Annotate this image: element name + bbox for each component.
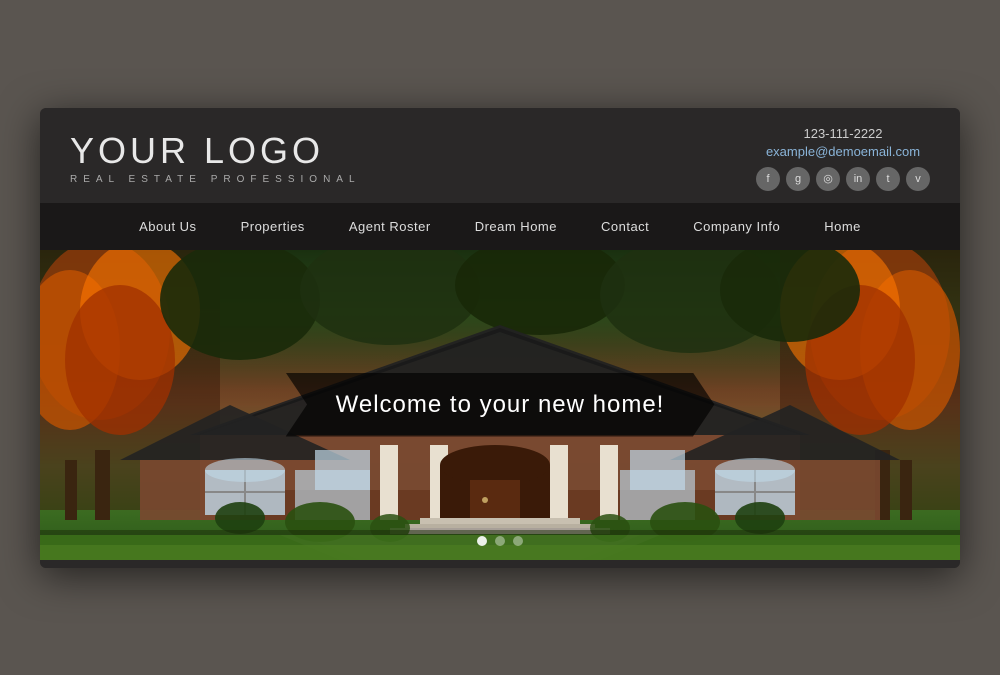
phone-number: 123-111-2222 [803,126,882,141]
facebook-icon[interactable]: f [756,167,780,191]
nav-home[interactable]: Home [802,203,883,250]
nav-dream-home[interactable]: Dream Home [453,203,579,250]
nav-properties[interactable]: Properties [219,203,327,250]
site-header: YOUR LOGO REAL ESTATE PROFESSIONAL 123-1… [40,108,960,203]
hero-section: Welcome to your new home! [40,250,960,560]
welcome-banner: Welcome to your new home! [286,373,715,437]
footer-strip [40,560,960,568]
main-nav: About Us Properties Agent Roster Dream H… [40,203,960,250]
welcome-text: Welcome to your new home! [336,391,665,418]
contact-area: 123-111-2222 example@demoemail.com f g ◎… [756,126,930,191]
linkedin-icon[interactable]: in [846,167,870,191]
carousel-dot-1[interactable] [477,536,487,546]
nav-contact[interactable]: Contact [579,203,671,250]
vimeo-icon[interactable]: v [906,167,930,191]
hero-background: Welcome to your new home! [40,250,960,560]
logo-text: YOUR LOGO [70,131,361,171]
carousel-dot-3[interactable] [513,536,523,546]
instagram-icon[interactable]: ◎ [816,167,840,191]
googleplus-icon[interactable]: g [786,167,810,191]
nav-company-info[interactable]: Company Info [671,203,802,250]
email-address: example@demoemail.com [766,144,920,159]
social-icons-bar: f g ◎ in t v [756,167,930,191]
nav-agent-roster[interactable]: Agent Roster [327,203,453,250]
tagline: REAL ESTATE PROFESSIONAL [70,174,361,185]
carousel-dots [477,536,523,546]
twitter-icon[interactable]: t [876,167,900,191]
nav-about-us[interactable]: About Us [117,203,218,250]
logo-area: YOUR LOGO REAL ESTATE PROFESSIONAL [70,131,361,186]
carousel-dot-2[interactable] [495,536,505,546]
browser-frame: YOUR LOGO REAL ESTATE PROFESSIONAL 123-1… [40,108,960,568]
